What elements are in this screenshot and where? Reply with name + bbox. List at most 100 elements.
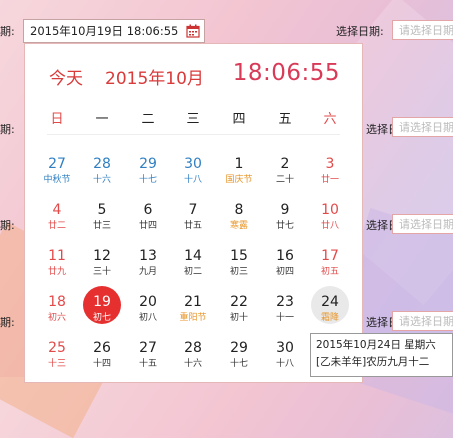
calendar-day[interactable]: 28 十六	[170, 340, 216, 370]
lunar-label: 初六	[47, 313, 66, 323]
lunar-label: 廿三	[92, 221, 111, 231]
today-button[interactable]: 今天	[49, 64, 83, 89]
weekday-wed: 三	[186, 112, 200, 127]
calendar-day[interactable]: 7 廿五	[170, 202, 216, 232]
calendar-day[interactable]: 17 初五	[307, 248, 353, 278]
calendar-day[interactable]: 26 十四	[79, 340, 125, 370]
divider	[47, 134, 340, 135]
calendar-day[interactable]: 29 十七	[125, 156, 171, 186]
calendar-day[interactable]: 4 廿二	[34, 202, 80, 232]
date-input[interactable]: 2015年10月19日 18:06:55	[23, 19, 205, 43]
lunar-label: 十三	[47, 359, 66, 369]
calendar-day[interactable]: 10 廿八	[307, 202, 353, 232]
calendar-day[interactable]: 11 廿九	[34, 248, 80, 278]
day-number: 23	[276, 294, 294, 310]
calendar-day[interactable]: 27 十五	[125, 340, 171, 370]
calendar-day[interactable]: 6 廿四	[125, 202, 171, 232]
calendar-day[interactable]: 24 霜降	[307, 286, 353, 324]
lunar-label: 初四	[275, 267, 294, 277]
day-number: 24	[321, 294, 339, 310]
time-display[interactable]: 18:06:55	[233, 60, 340, 86]
calendar-day[interactable]: 1 国庆节	[216, 156, 262, 186]
weekday-mon: 一	[95, 112, 109, 127]
day-number: 30	[184, 156, 202, 172]
lunar-label: 十七	[138, 175, 157, 185]
month-title[interactable]: 2015年10月	[105, 64, 204, 89]
calendar-day[interactable]: 30 十八	[262, 340, 308, 370]
lunar-label: 九月	[138, 267, 157, 277]
day-number: 13	[139, 248, 157, 264]
calendar-day[interactable]: 28 十六	[79, 156, 125, 186]
calendar-icon[interactable]	[186, 24, 200, 38]
calendar-day[interactable]: 14 初二	[170, 248, 216, 278]
day-number: 6	[143, 202, 153, 218]
left-date-label: 期:	[0, 25, 15, 38]
right-date-field[interactable]: 请选择日期	[392, 311, 453, 331]
calendar-day[interactable]: 3 廿一	[307, 156, 353, 186]
lunar-label: 廿四	[138, 221, 157, 231]
calendar-day[interactable]: 20 初八	[125, 294, 171, 324]
tooltip-line-1: 2015年10月24日 星期六	[316, 339, 436, 351]
calendar-day[interactable]: 21 重阳节	[170, 294, 216, 324]
day-number: 3	[325, 156, 335, 172]
day-number: 14	[184, 248, 202, 264]
lunar-label: 十一	[275, 313, 294, 323]
day-number: 21	[184, 294, 202, 310]
weekday-sun: 日	[50, 112, 64, 127]
calendar-popup: 今天 2015年10月 18:06:55 日 一 二 三 四 五 六 27 中秋节…	[24, 43, 363, 383]
day-number: 18	[48, 294, 66, 310]
day-number: 4	[52, 202, 62, 218]
lunar-label: 十五	[138, 359, 157, 369]
right-date-field[interactable]: 请选择日期	[392, 20, 453, 40]
lunar-label: 十七	[229, 359, 248, 369]
day-number: 29	[139, 156, 157, 172]
calendar-day[interactable]: 22 初十	[216, 294, 262, 324]
lunar-label: 三十	[92, 267, 111, 277]
weekday-sat: 六	[323, 112, 337, 127]
lunar-label: 十四	[92, 359, 111, 369]
calendar-day[interactable]: 25 十三	[34, 340, 80, 370]
day-number: 16	[276, 248, 294, 264]
calendar-day[interactable]: 23 十一	[262, 294, 308, 324]
day-number: 5	[97, 202, 107, 218]
tooltip-line-2: [乙未羊年]农历九月十二	[316, 356, 430, 368]
day-number: 15	[230, 248, 248, 264]
calendar-day[interactable]: 19 初七	[79, 286, 125, 324]
calendar-day[interactable]: 5 廿三	[79, 202, 125, 232]
lunar-label: 十六	[183, 359, 202, 369]
date-input-value: 2015年10月19日 18:06:55	[30, 24, 179, 38]
lunar-label: 十八	[183, 175, 202, 185]
calendar-day[interactable]: 27 中秋节	[34, 156, 80, 186]
calendar-day[interactable]: 8 寒露	[216, 202, 262, 232]
right-date-field[interactable]: 请选择日期	[392, 117, 453, 137]
day-number: 17	[321, 248, 339, 264]
right-date-field[interactable]: 请选择日期	[392, 214, 453, 234]
lunar-label: 廿五	[183, 221, 202, 231]
lunar-label: 初八	[138, 313, 157, 323]
weekday-thu: 四	[232, 112, 246, 127]
left-date-label: 期:	[0, 316, 15, 329]
lunar-label: 初三	[229, 267, 248, 277]
calendar-day[interactable]: 13 九月	[125, 248, 171, 278]
day-number: 22	[230, 294, 248, 310]
calendar-day[interactable]: 29 十七	[216, 340, 262, 370]
calendar-day[interactable]: 15 初三	[216, 248, 262, 278]
day-number: 2	[280, 156, 290, 172]
weekday-tue: 二	[141, 112, 155, 127]
calendar-day[interactable]: 16 初四	[262, 248, 308, 278]
calendar-day[interactable]: 2 二十	[262, 156, 308, 186]
calendar-day[interactable]: 30 十八	[170, 156, 216, 186]
calendar-day[interactable]: 12 三十	[79, 248, 125, 278]
day-number: 28	[93, 156, 111, 172]
lunar-label: 廿八	[320, 221, 339, 231]
day-number: 30	[276, 340, 294, 356]
lunar-label: 廿一	[320, 175, 339, 185]
day-number: 10	[321, 202, 339, 218]
calendar-day[interactable]: 18 初六	[34, 294, 80, 324]
lunar-label: 初五	[320, 267, 339, 277]
day-number: 1	[234, 156, 244, 172]
day-number: 25	[48, 340, 66, 356]
left-date-label: 期:	[0, 219, 15, 232]
calendar-day[interactable]: 9 廿七	[262, 202, 308, 232]
lunar-label: 廿七	[275, 221, 294, 231]
